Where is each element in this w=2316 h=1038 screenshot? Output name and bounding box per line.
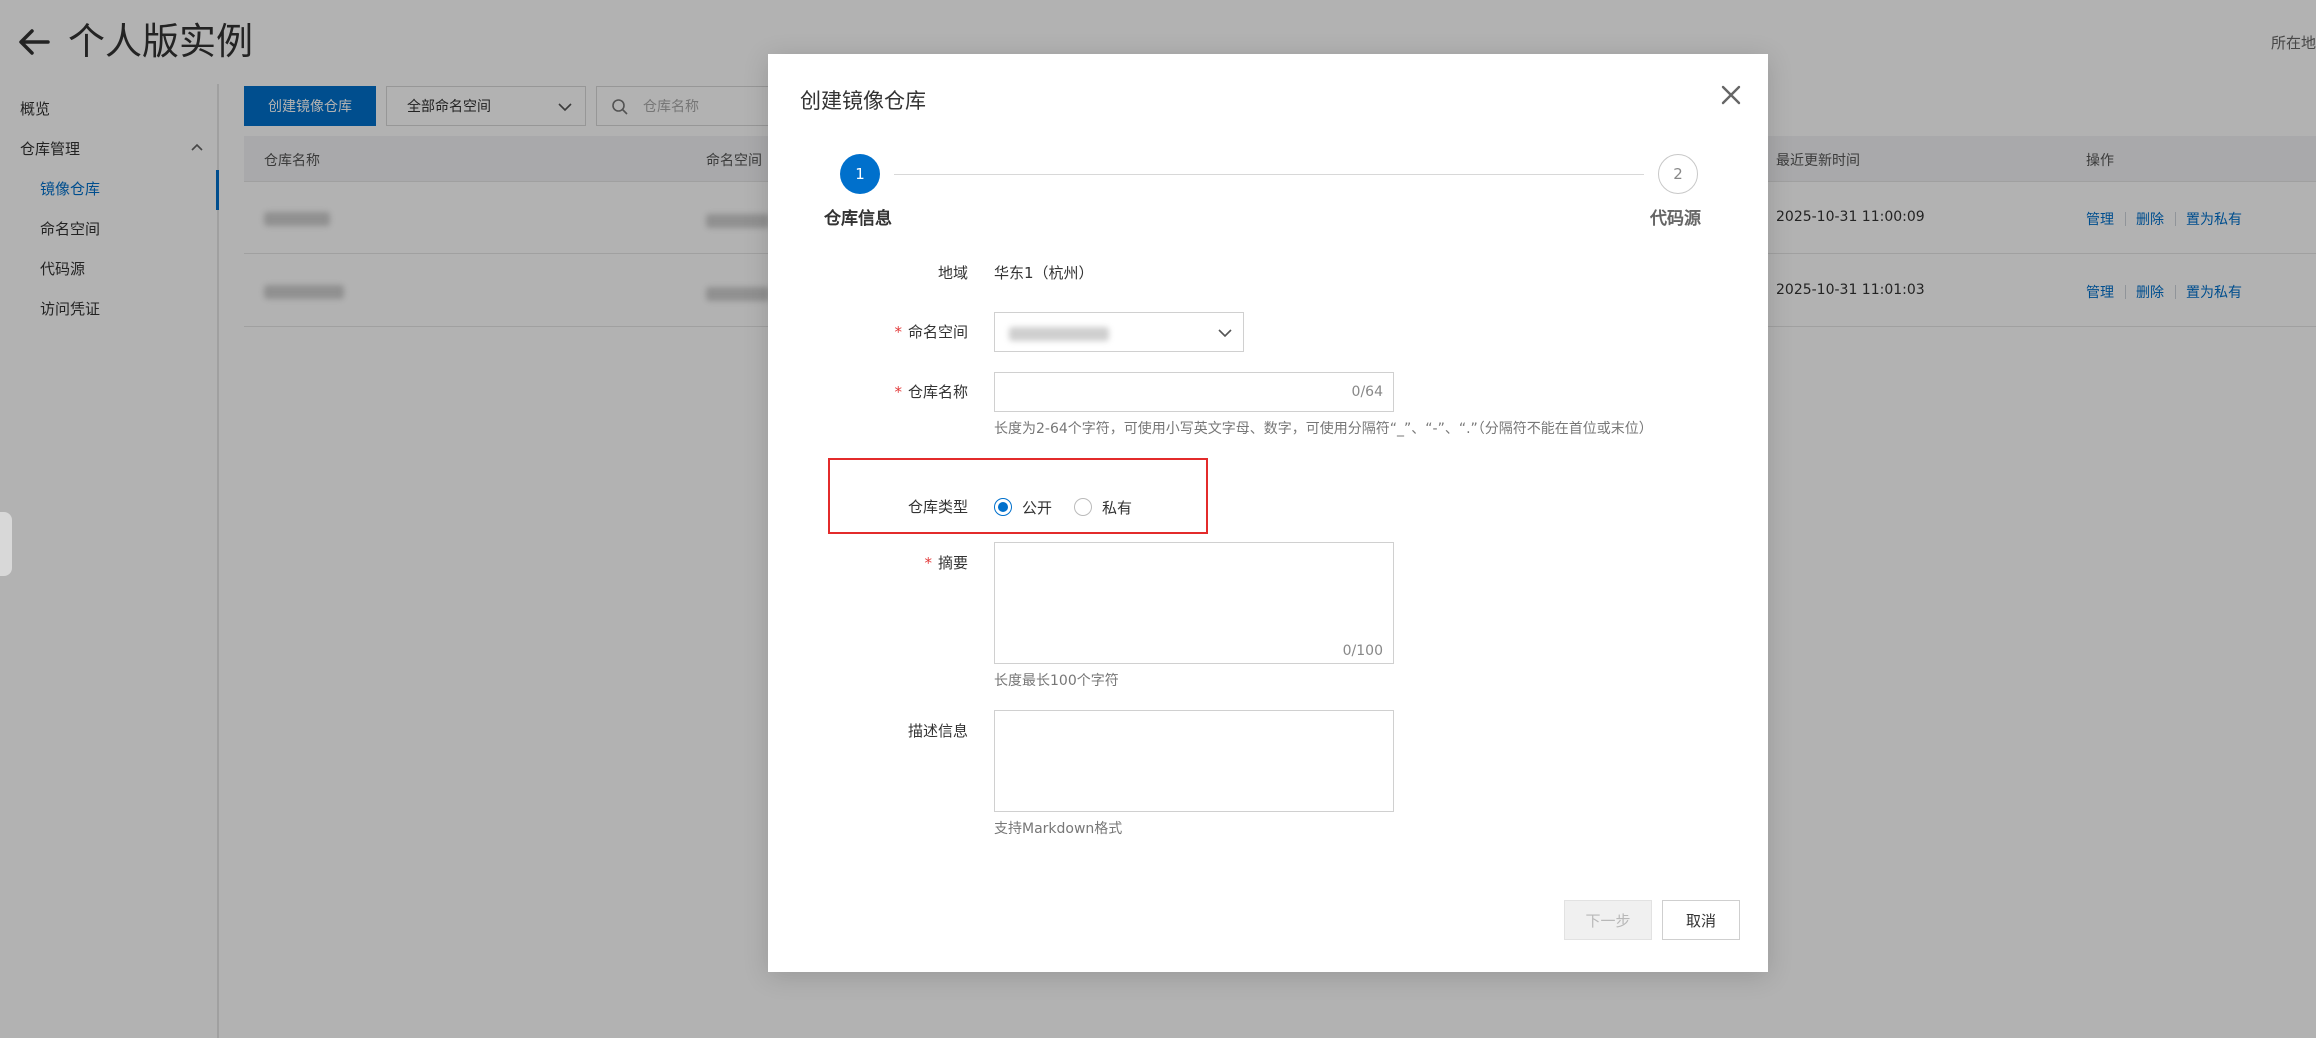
summary-textarea[interactable]: 0/100 xyxy=(994,542,1394,664)
required-mark: * xyxy=(924,554,932,572)
step-1-label: 仓库信息 xyxy=(824,209,892,229)
required-mark: * xyxy=(894,383,902,401)
dialog-title: 创建镜像仓库 xyxy=(800,89,926,113)
create-repo-dialog: 创建镜像仓库 1 2 仓库信息 代码源 地域 华东1（杭州） * 命名空间 * 仓库… xyxy=(768,54,1768,972)
region-label: 地域 xyxy=(937,264,968,282)
sidebar-collapse-handle[interactable] xyxy=(0,512,12,576)
summary-hint: 长度最长100个字符 xyxy=(994,673,1119,689)
summary-label-text: 摘要 xyxy=(937,554,968,572)
step-connector xyxy=(894,174,1644,175)
summary-field-label: * 摘要 xyxy=(768,552,968,573)
repo-name-char-count: 0/64 xyxy=(1351,384,1383,400)
radio-public[interactable]: 公开 xyxy=(994,497,1052,518)
step-2-indicator: 2 xyxy=(1658,154,1698,194)
step-1-indicator: 1 xyxy=(840,154,880,194)
repo-type-label: 仓库类型 xyxy=(907,498,968,516)
repo-name-input[interactable]: 0/64 xyxy=(994,372,1394,412)
step-2-label: 代码源 xyxy=(1650,209,1701,229)
repo-name-hint: 长度为2-64个字符，可使用小写英文字母、数字，可使用分隔符“_”、“-”、“.… xyxy=(994,421,1653,437)
radio-public-dot[interactable] xyxy=(994,498,1012,516)
repo-name-field-label: * 仓库名称 xyxy=(768,381,968,402)
next-step-button[interactable]: 下一步 xyxy=(1564,900,1652,940)
radio-private-label: 私有 xyxy=(1102,498,1133,517)
region-value: 华东1（杭州） xyxy=(994,264,1094,282)
cancel-button[interactable]: 取消 xyxy=(1662,900,1740,940)
namespace-label-text: 命名空间 xyxy=(907,323,968,341)
radio-private[interactable]: 私有 xyxy=(1074,497,1132,518)
radio-private-dot[interactable] xyxy=(1074,498,1093,516)
redacted-namespace-value xyxy=(1009,327,1109,341)
namespace-select[interactable] xyxy=(994,312,1244,352)
description-hint: 支持Markdown格式 xyxy=(994,821,1123,837)
repo-type-radio-group: 公开 私有 xyxy=(994,492,1154,522)
required-mark: * xyxy=(894,323,902,341)
close-icon[interactable] xyxy=(1714,78,1748,112)
summary-char-count: 0/100 xyxy=(1342,643,1383,659)
repo-name-label-text: 仓库名称 xyxy=(907,383,968,401)
chevron-down-icon xyxy=(1218,329,1232,338)
namespace-field-label: * 命名空间 xyxy=(768,321,968,342)
description-textarea[interactable] xyxy=(994,710,1394,812)
radio-public-label: 公开 xyxy=(1022,498,1053,517)
description-label: 描述信息 xyxy=(907,722,968,740)
